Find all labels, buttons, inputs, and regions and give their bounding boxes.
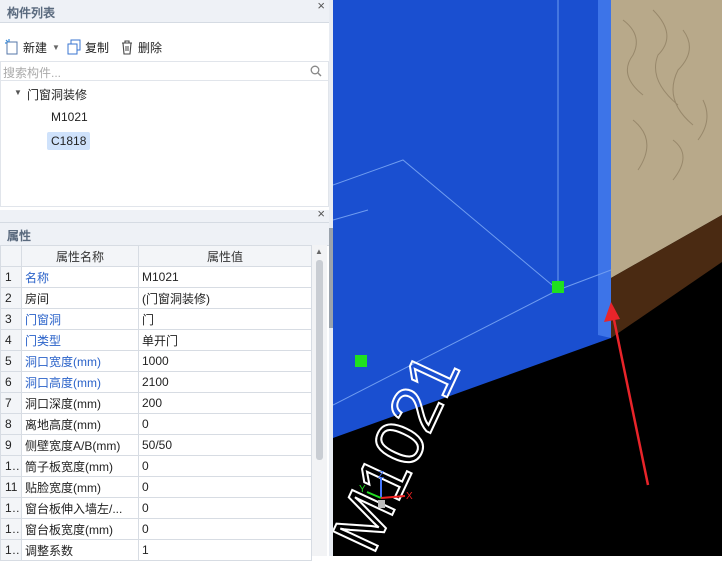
row-index: 9 xyxy=(0,434,22,456)
table-row[interactable]: 11 贴脸宽度(mm) 0 xyxy=(0,476,312,498)
property-value[interactable]: 门 xyxy=(138,308,312,330)
property-name: 洞口深度(mm) xyxy=(21,392,139,414)
property-value[interactable]: 50/50 xyxy=(138,434,312,456)
table-row[interactable]: 5 洞口宽度(mm) 1000 xyxy=(0,350,312,372)
row-index: 11 xyxy=(0,476,22,498)
table-row[interactable]: 4 门类型 单开门 xyxy=(0,329,312,351)
property-name: 洞口宽度(mm) xyxy=(21,350,139,372)
new-icon xyxy=(5,39,18,55)
trash-icon xyxy=(122,40,132,55)
scroll-up-icon[interactable]: ▲ xyxy=(315,247,323,256)
close-icon[interactable]: × xyxy=(317,206,325,221)
header-value: 属性值 xyxy=(138,245,312,267)
tree-item-m1021[interactable]: M1021 xyxy=(51,110,88,124)
grip-marker[interactable] xyxy=(355,355,367,367)
delete-button[interactable]: 删除 xyxy=(119,38,162,56)
table-row[interactable]: 2 房间 (门窗洞装修) xyxy=(0,287,312,309)
property-value[interactable]: 0 xyxy=(138,518,312,540)
property-table: 属性名称 属性值 1 名称 M1021 2 房间 (门窗洞装修) 3 门窗洞门 4 门类型 单开门 5… xyxy=(0,245,312,561)
search-placeholder: 搜索构件... xyxy=(3,66,62,80)
property-name: 筒子板宽度(mm) xyxy=(21,455,139,477)
delete-label: 删除 xyxy=(138,40,163,55)
panel-divider: × xyxy=(0,206,329,223)
expand-triangle-icon[interactable]: ▼ xyxy=(14,88,22,97)
3d-viewport[interactable]: M1021 Z X Y xyxy=(317,0,722,561)
table-row[interactable]: 7 洞口深度(mm) 200 xyxy=(0,392,312,414)
close-icon[interactable]: × xyxy=(317,0,325,13)
property-value[interactable]: 0 xyxy=(138,497,312,519)
property-value[interactable]: 单开门 xyxy=(138,329,312,351)
property-value[interactable]: 0 xyxy=(138,455,312,477)
tree-group[interactable]: 门窗洞装修 xyxy=(27,86,87,103)
property-title: 属性 xyxy=(7,229,32,243)
copy-label: 复制 xyxy=(85,40,110,55)
table-row[interactable]: 9 侧壁宽度A/B(mm) 50/50 xyxy=(0,434,312,456)
table-row[interactable]: 13 窗台板宽度(mm) 0 xyxy=(0,518,312,540)
property-name: 窗台板宽度(mm) xyxy=(21,518,139,540)
row-index: 1 xyxy=(0,266,22,288)
row-index: 3 xyxy=(0,308,22,330)
left-panel: 构件列表 × 新建 ▼ 复制 删除 搜索构件... ▼ 门窗洞装修 M1021 … xyxy=(0,0,329,561)
property-value[interactable]: 1000 xyxy=(138,350,312,372)
property-name: 房间 xyxy=(21,287,139,309)
property-value[interactable]: 2100 xyxy=(138,371,312,393)
dropdown-arrow-icon[interactable]: ▼ xyxy=(52,43,60,52)
row-index: 10 xyxy=(0,455,22,477)
property-scrollbar[interactable]: ▲ xyxy=(312,245,327,556)
table-row[interactable]: 14 调整系数 1 xyxy=(0,539,312,561)
row-index: 7 xyxy=(0,392,22,414)
component-toolbar: 新建 ▼ 复制 删除 xyxy=(0,36,329,58)
row-index: 2 xyxy=(0,287,22,309)
table-row[interactable]: 1 名称 M1021 xyxy=(0,266,312,288)
table-row[interactable]: 12 窗台板伸入墙左/... 0 xyxy=(0,497,312,519)
row-index: 5 xyxy=(0,350,22,372)
axis-x-label: X xyxy=(406,491,413,502)
property-name: 侧壁宽度A/B(mm) xyxy=(21,434,139,456)
axis-y-label: Y xyxy=(359,484,366,495)
row-index: 14 xyxy=(0,539,22,561)
row-index: 13 xyxy=(0,518,22,540)
property-value[interactable]: 0 xyxy=(138,413,312,435)
table-row[interactable]: 8 离地高度(mm) 0 xyxy=(0,413,312,435)
component-list-titlebar: 构件列表 × xyxy=(0,0,329,23)
header-name: 属性名称 xyxy=(21,245,139,267)
row-index: 6 xyxy=(0,371,22,393)
row-index: 4 xyxy=(0,329,22,351)
property-name: 名称 xyxy=(21,266,139,288)
table-row[interactable]: 3 门窗洞门 xyxy=(0,308,312,330)
door-edge xyxy=(598,0,611,338)
copy-button[interactable]: 复制 xyxy=(66,38,109,56)
viewport-canvas[interactable]: M1021 Z X Y xyxy=(317,0,722,561)
row-index: 8 xyxy=(0,413,22,435)
scroll-thumb[interactable] xyxy=(316,260,323,460)
property-name: 门类型 xyxy=(21,329,139,351)
new-label: 新建 xyxy=(23,40,48,55)
table-header: 属性名称 属性值 xyxy=(0,245,312,267)
component-list-title: 构件列表 xyxy=(7,6,56,20)
property-name: 窗台板伸入墙左/... xyxy=(21,497,139,519)
row-index: 12 xyxy=(0,497,22,519)
property-name: 洞口高度(mm) xyxy=(21,371,139,393)
search-input[interactable]: 搜索构件... xyxy=(0,61,329,81)
property-name: 离地高度(mm) xyxy=(21,413,139,435)
search-icon[interactable] xyxy=(310,65,322,77)
axis-z-label: Z xyxy=(378,470,384,481)
table-row[interactable]: 10 筒子板宽度(mm) 0 xyxy=(0,455,312,477)
property-name: 贴脸宽度(mm) xyxy=(21,476,139,498)
property-name: 门窗洞 xyxy=(21,308,139,330)
property-titlebar: 属性 xyxy=(0,223,329,246)
tree-item-c1818[interactable]: C1818 xyxy=(47,132,91,150)
property-value[interactable]: (门窗洞装修) xyxy=(138,287,312,309)
header-index xyxy=(0,245,22,267)
property-value[interactable]: M1021 xyxy=(138,266,312,288)
property-value[interactable]: 0 xyxy=(138,476,312,498)
grip-marker[interactable] xyxy=(552,281,564,293)
copy-icon xyxy=(67,39,81,55)
property-value[interactable]: 200 xyxy=(138,392,312,414)
property-name: 调整系数 xyxy=(21,539,139,561)
new-button[interactable]: 新建 ▼ xyxy=(4,38,60,56)
table-row[interactable]: 6 洞口高度(mm) 2100 xyxy=(0,371,312,393)
property-value[interactable]: 1 xyxy=(138,539,312,561)
